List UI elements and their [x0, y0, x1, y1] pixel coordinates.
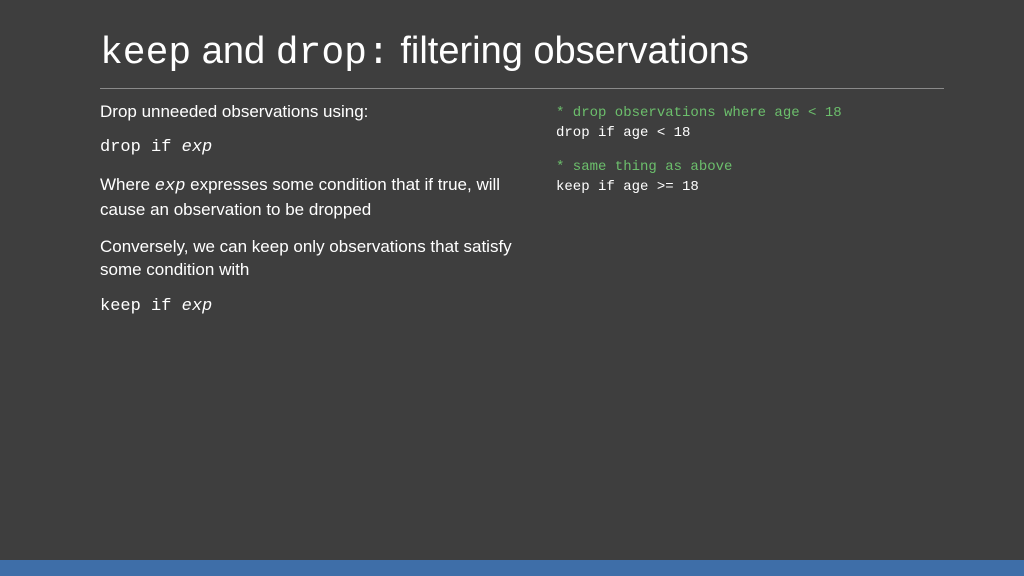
- code-block-1: * drop observations where age < 18 drop …: [556, 103, 944, 144]
- title-sep-and: and: [191, 30, 276, 72]
- title-keyword-keep: keep: [100, 32, 191, 75]
- left-p1: Drop unneeded observations using:: [100, 101, 520, 124]
- left-code-drop: drop if exp: [100, 137, 520, 160]
- code-drop-prefix: drop if: [100, 138, 182, 157]
- code-block-2: * same thing as above keep if age >= 18: [556, 157, 944, 198]
- code-command-1: drop if age < 18: [556, 123, 944, 143]
- content-columns: Drop unneeded observations using: drop i…: [100, 101, 944, 334]
- code-command-2: keep if age >= 18: [556, 177, 944, 197]
- title-keyword-drop: drop:: [276, 32, 390, 75]
- left-p3: Where exp expresses some condition that …: [100, 174, 520, 222]
- code-keep-prefix: keep if: [100, 297, 182, 316]
- right-column: * drop observations where age < 18 drop …: [556, 101, 944, 334]
- left-code-keep: keep if exp: [100, 296, 520, 319]
- title-rest: filtering observations: [390, 30, 749, 72]
- code-comment-2: * same thing as above: [556, 157, 944, 177]
- slide: keep and drop: filtering observations Dr…: [0, 0, 1024, 576]
- left-column: Drop unneeded observations using: drop i…: [100, 101, 520, 334]
- left-p4: Conversely, we can keep only observation…: [100, 236, 520, 282]
- slide-title: keep and drop: filtering observations: [100, 28, 944, 89]
- left-p3-a: Where: [100, 175, 155, 194]
- bottom-accent-bar: [0, 560, 1024, 576]
- code-keep-exp: exp: [182, 297, 213, 316]
- left-p3-exp: exp: [155, 177, 186, 196]
- code-comment-1: * drop observations where age < 18: [556, 103, 944, 123]
- code-drop-exp: exp: [182, 138, 213, 157]
